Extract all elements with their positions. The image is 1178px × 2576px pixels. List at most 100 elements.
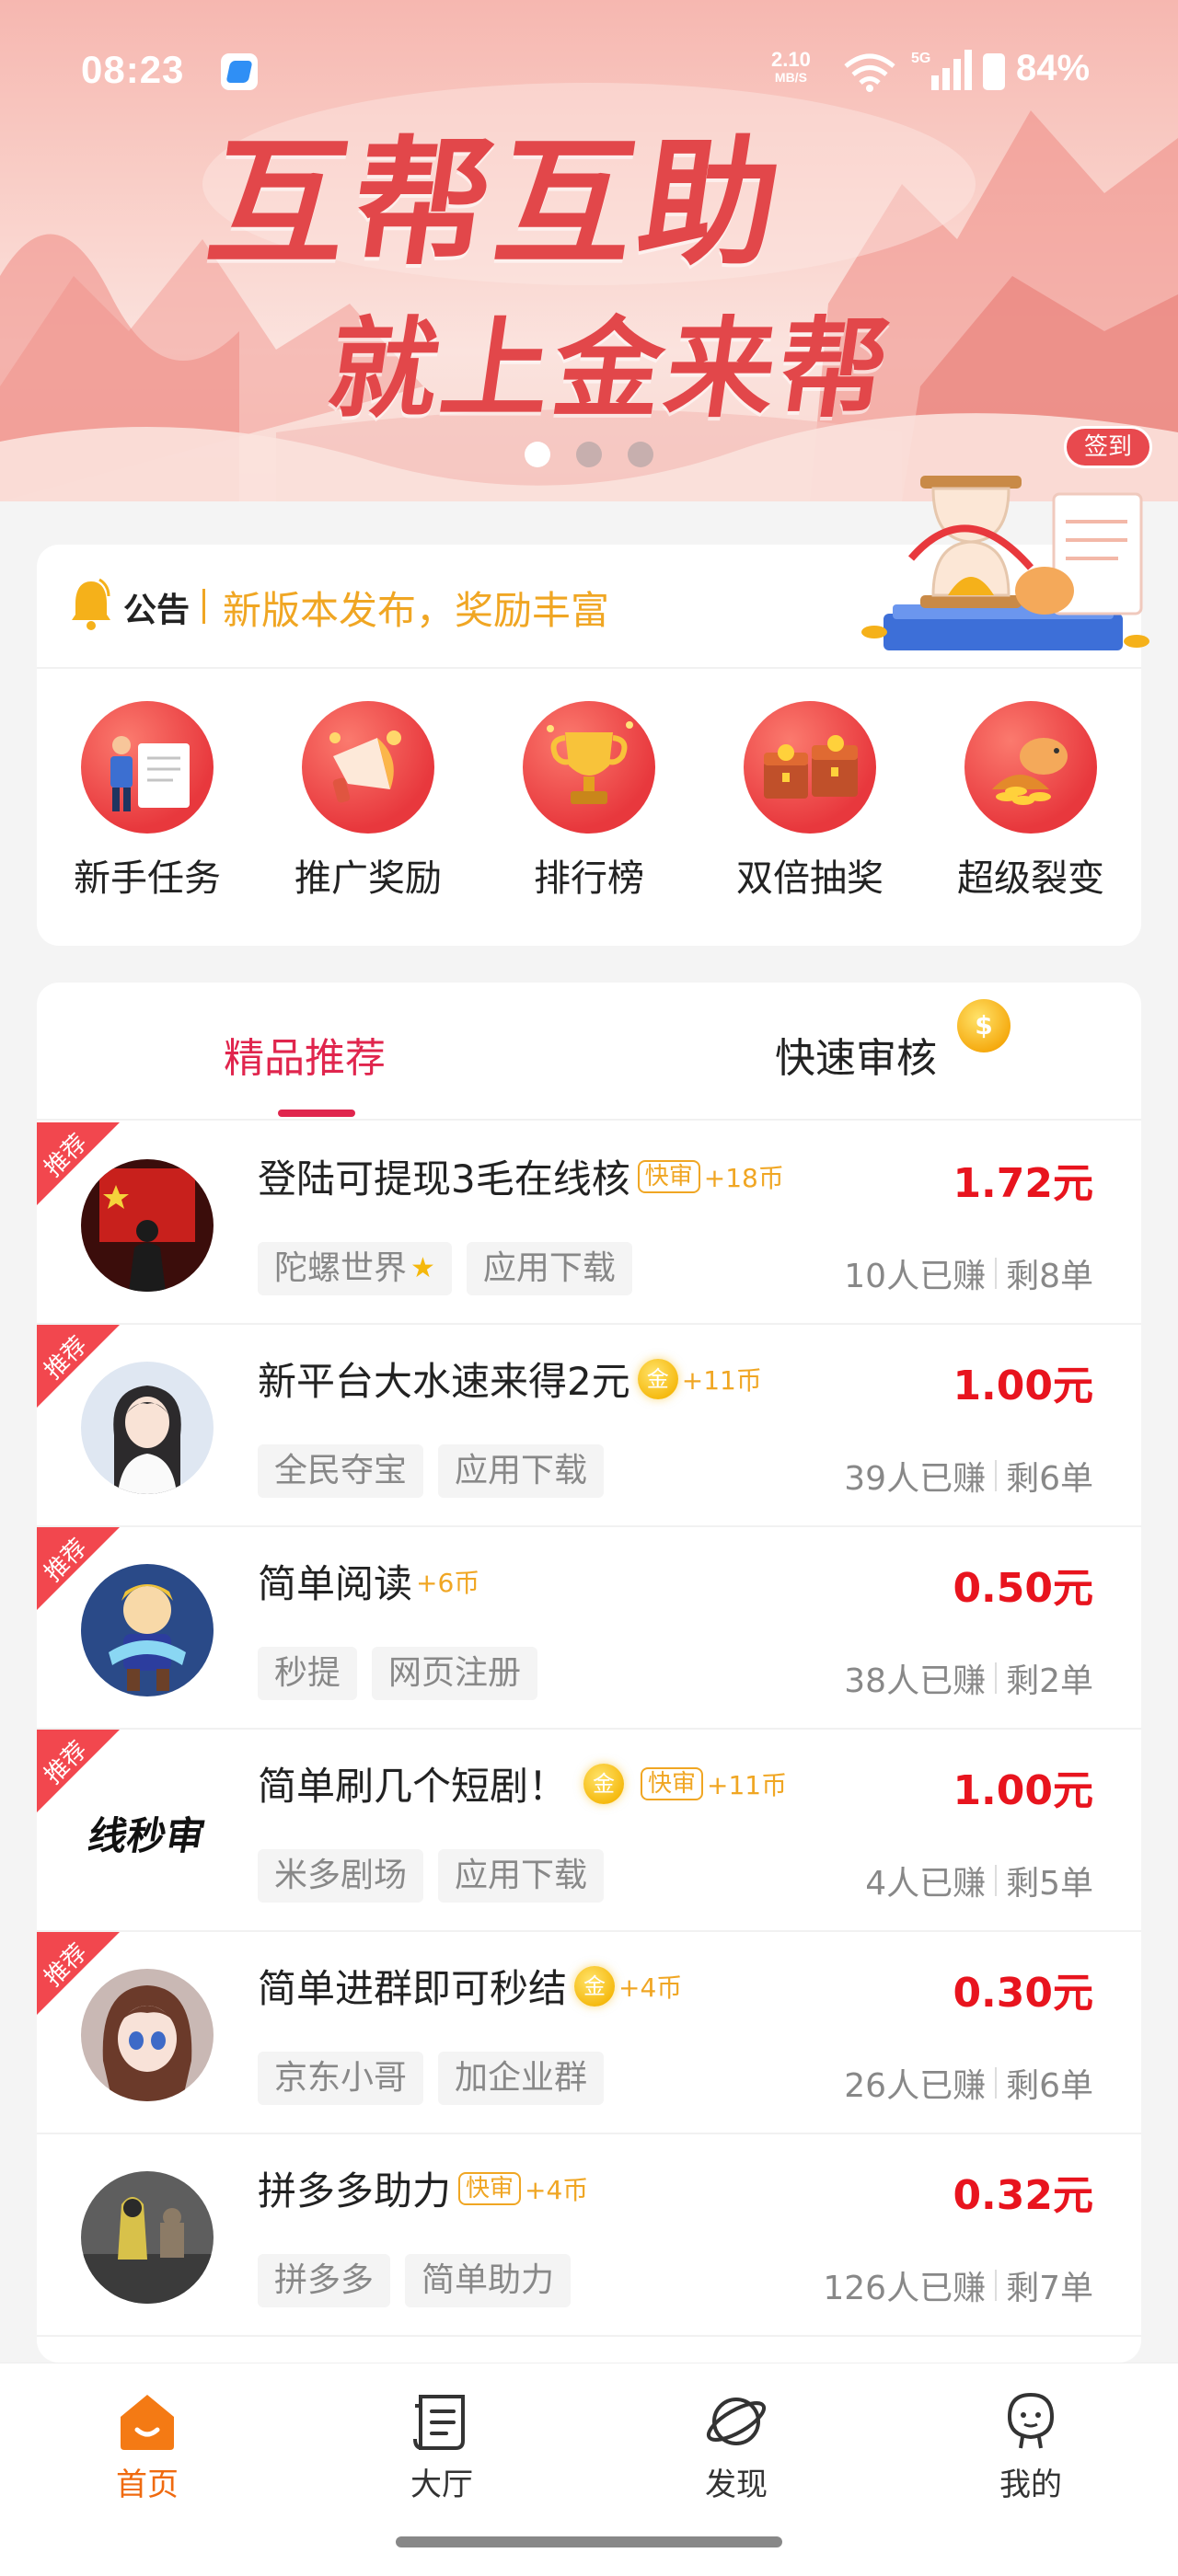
task-tag: 应用下载 [466,1242,632,1295]
task-stats: 38人已赚 剩2单 [844,1654,1093,1702]
task-tag: 陀螺世界 ★ [258,1242,452,1295]
task-row[interactable]: 推荐 简单进群即可秒结 金 +4币 0.30元 京东小哥 加企业群 26人已赚 … [37,1932,1141,2134]
home-icon [115,2389,179,2454]
task-stats: 10人已赚 剩8单 [844,1249,1093,1297]
earned-count: 26人已赚 [844,2067,987,2105]
cellular-signal-icon: 5G [911,50,972,90]
gold-icon: 金 [637,1358,678,1399]
task-stats: 26人已赚 剩6单 [844,2059,1093,2107]
coin-reward: +11币 [707,1769,788,1800]
shortcut-label: 推广奖励 [294,857,442,900]
task-stats: 4人已赚 剩5单 [865,1857,1093,1904]
nav-profile[interactable]: 我的 [957,2389,1104,2504]
task-list-card: 精品推荐 快速审核 $ 推荐 登陆可提现3毛在线核 快审 +18币 1.72元 … [37,983,1141,2363]
battery-icon [983,53,1005,90]
status-time: 08:23 [81,48,185,91]
avatar-calligraphy: 线秒审 [85,1812,209,1858]
task-title: 新平台大水速来得2元 金 +11币 [258,1358,762,1404]
newbie-book-icon [81,701,214,834]
shortcut-label: 双倍抽奖 [736,857,884,900]
battery-level: 84% [1016,48,1091,88]
task-tags: 米多剧场 应用下载 [258,1849,605,1903]
task-tags: 拼多多 简单助力 [258,2254,572,2307]
shortcut-label: 新手任务 [74,857,221,900]
task-row[interactable]: 拼多多助力 快审 +4币 0.32元 拼多多 简单助力 126人已赚 剩7单 [37,2134,1141,2337]
tab-fast-review[interactable]: 快速审核 [775,1025,937,1084]
megaphone-icon [302,701,434,834]
hourglass-coins-illustration [861,476,1149,650]
remaining-count: 剩6单 [1006,1460,1093,1498]
task-tag: 全民夺宝 [258,1444,424,1498]
remaining-count: 剩7单 [1006,2270,1093,2307]
task-tag: 米多剧场 [258,1849,424,1903]
task-row[interactable]: 推荐 线秒审 简单刷几个短剧！ 金 快审 +11币 1.00元 米多剧场 应用下… [37,1730,1141,1932]
announcement-text[interactable]: 新版本发布，奖励丰富 [223,580,609,636]
profile-icon [999,2389,1063,2454]
task-price: 1.00元 [953,1767,1093,1814]
task-tags: 秒提 网页注册 [258,1647,538,1700]
remaining-count: 剩6单 [1006,2067,1093,2105]
nav-label: 首页 [116,2467,179,2503]
task-row[interactable]: 推荐 新平台大水速来得2元 金 +11币 1.00元 全民夺宝 应用下载 39人… [37,1325,1141,1527]
earned-count: 38人已赚 [844,1662,987,1700]
hall-list-icon [410,2389,474,2454]
task-title: 登陆可提现3毛在线核 快审 +18币 [258,1156,784,1202]
nav-label: 发现 [705,2467,768,2503]
task-tag: 应用下载 [438,1444,605,1498]
home-indicator-bar[interactable] [396,2536,782,2547]
task-avatar: 线秒审 [81,1766,214,1899]
nav-home[interactable]: 首页 [74,2389,221,2504]
task-row[interactable]: 推荐 登陆可提现3毛在线核 快审 +18币 1.72元 陀螺世界 ★ 应用下载 1… [37,1122,1141,1325]
task-tags: 京东小哥 加企业群 [258,2052,605,2105]
notification-app-icon [221,53,258,90]
task-avatar [81,2171,214,2304]
carousel-dot[interactable] [576,442,602,467]
hero-banner[interactable]: 08:23 2.10 MB/S 5G 84% 互帮互助 就上金来帮 签到 [0,0,1178,501]
carousel-dot[interactable] [525,442,550,467]
shortcut-promotion-rewards[interactable]: 推广奖励 [276,701,460,902]
nav-hall[interactable]: 大厅 [368,2389,515,2504]
task-tag: 加企业群 [438,2052,605,2105]
task-avatar [81,1159,214,1292]
shortcut-label: 排行榜 [534,857,644,900]
task-stats: 126人已赚 剩7单 [823,2261,1093,2309]
divider [995,1258,998,1289]
bell-icon [72,578,110,630]
coin-reward: +4币 [525,2174,589,2205]
task-price: 1.00元 [953,1363,1093,1409]
carousel-dot[interactable] [628,442,653,467]
nav-discover[interactable]: 发现 [663,2389,810,2504]
earned-count: 10人已赚 [844,1258,987,1295]
announcement-label: 公告 [123,592,191,629]
shortcut-newbie-tasks[interactable]: 新手任务 [55,701,239,902]
divider [995,2067,998,2099]
remaining-count: 剩5单 [1006,1865,1093,1903]
task-avatar [81,1362,214,1494]
task-tabs: 精品推荐 快速审核 $ [37,983,1141,1121]
task-row[interactable]: 推荐 简单阅读 +6币 0.50元 秒提 网页注册 38人已赚 剩2单 [37,1527,1141,1730]
star-icon: ★ [410,1252,435,1284]
task-tag: 简单助力 [405,2254,572,2307]
divider [202,589,205,624]
task-tag: 秒提 [258,1647,358,1700]
divider [995,2270,998,2301]
task-avatar [81,1564,214,1696]
task-price: 0.32元 [953,2172,1093,2219]
earned-count: 39人已赚 [844,1460,987,1498]
task-avatar [81,1969,214,2101]
divider [995,1865,998,1896]
shortcut-label: 超级裂变 [957,857,1104,900]
fast-review-badge: 快审 [641,1766,704,1800]
coin-icon: $ [957,999,1011,1052]
gold-icon: 金 [583,1763,625,1804]
tab-featured[interactable]: 精品推荐 [224,1025,386,1084]
earned-count: 4人已赚 [865,1865,987,1903]
divider [995,1662,998,1694]
shortcut-double-lottery[interactable]: 双倍抽奖 [718,701,902,902]
shortcut-super-fission[interactable]: 超级裂变 [939,701,1123,902]
task-stats: 39人已赚 剩6单 [844,1452,1093,1500]
treasure-chest-icon [744,701,876,834]
task-tag: 拼多多 [258,2254,391,2307]
shortcut-leaderboard[interactable]: 排行榜 [497,701,681,902]
task-price: 0.50元 [953,1565,1093,1612]
